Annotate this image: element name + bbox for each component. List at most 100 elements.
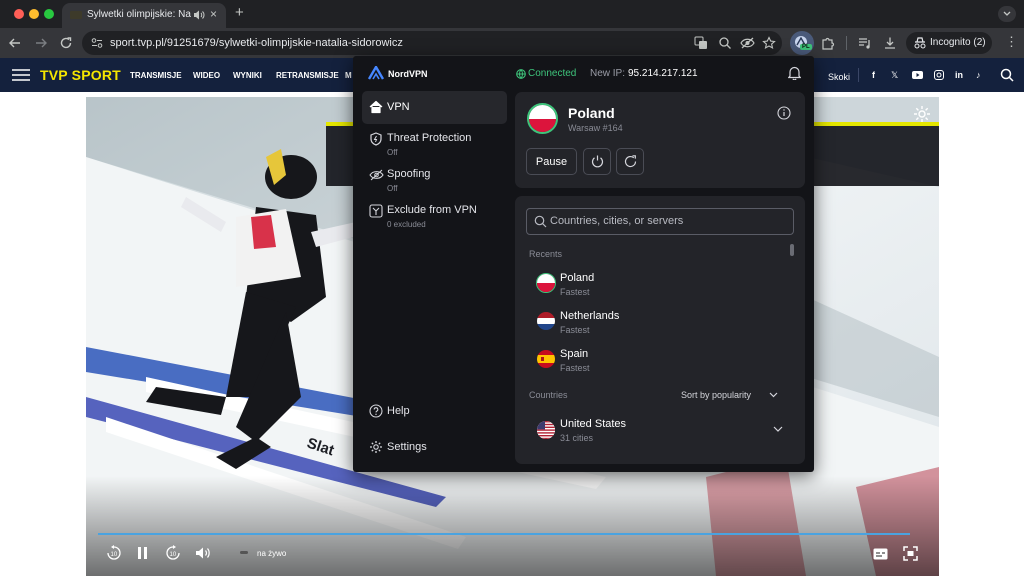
hamburger-menu-icon[interactable] bbox=[12, 69, 30, 81]
country-item-united-states[interactable]: United States 31 cities bbox=[529, 414, 791, 447]
recent-item-poland[interactable]: Poland Fastest bbox=[529, 268, 784, 301]
recent-item-spain[interactable]: Spain Fastest bbox=[529, 344, 784, 377]
server-info-icon[interactable] bbox=[777, 106, 791, 120]
tab-search-button[interactable] bbox=[998, 6, 1016, 22]
help-link[interactable]: Help bbox=[362, 401, 507, 423]
forward-10-icon[interactable]: 10 bbox=[165, 545, 181, 561]
expand-chevron-icon[interactable] bbox=[773, 426, 783, 433]
media-controls-icon[interactable] bbox=[858, 36, 872, 50]
disconnect-button[interactable] bbox=[583, 148, 611, 175]
x-icon[interactable]: 𝕏 bbox=[891, 70, 898, 81]
extensions-puzzle-icon[interactable] bbox=[821, 36, 835, 50]
menu-item-vpn-label: VPN bbox=[387, 101, 410, 113]
countries-heading: Countries bbox=[529, 390, 568, 400]
tab-audio-icon[interactable] bbox=[193, 9, 205, 21]
linkedin-icon[interactable]: in bbox=[955, 70, 963, 80]
pause-button-label: Pause bbox=[535, 156, 568, 168]
forward-icon[interactable] bbox=[34, 36, 48, 50]
list-scrollbar[interactable] bbox=[790, 244, 794, 256]
new-ip-label: New IP: bbox=[590, 68, 626, 79]
back-icon[interactable] bbox=[8, 36, 22, 50]
minimize-window-button[interactable] bbox=[29, 9, 39, 19]
nav-wideo[interactable]: WIDEO bbox=[193, 71, 220, 80]
incognito-profile-button[interactable]: Incognito (2) bbox=[906, 32, 992, 54]
nordvpn-logo-icon bbox=[367, 66, 385, 80]
tab-favicon-icon bbox=[70, 11, 82, 19]
sort-dropdown[interactable]: Sort by popularity bbox=[681, 387, 781, 403]
close-window-button[interactable] bbox=[14, 9, 24, 19]
new-tab-icon[interactable]: + bbox=[235, 4, 244, 21]
browser-menu-icon[interactable]: ⋮ bbox=[1005, 35, 1018, 48]
nav-retransmisje[interactable]: RETRANSMISJE bbox=[276, 71, 339, 80]
nav-transmisje[interactable]: TRANSMISJE bbox=[130, 71, 182, 80]
pause-button[interactable]: Pause bbox=[526, 148, 577, 175]
menu-item-threat-protection-status: Off bbox=[387, 148, 398, 157]
settings-link[interactable]: Settings bbox=[362, 437, 507, 459]
recent-item-sub: Fastest bbox=[560, 325, 590, 335]
download-icon[interactable] bbox=[883, 36, 897, 50]
reconnect-button[interactable] bbox=[616, 148, 644, 175]
menu-item-spoofing[interactable]: Spoofing Off bbox=[362, 164, 507, 196]
recents-heading: Recents bbox=[529, 249, 563, 259]
site-info-icon[interactable] bbox=[90, 36, 104, 50]
browser-tab[interactable]: Sylwetki olimpijskie: Natalia Sidorowicz… bbox=[62, 3, 226, 28]
search-icon bbox=[534, 215, 547, 228]
nav-more[interactable]: M bbox=[345, 71, 352, 80]
menu-item-vpn[interactable]: VPN bbox=[362, 91, 507, 124]
settings-label: Settings bbox=[387, 441, 427, 453]
zoom-icon[interactable] bbox=[718, 36, 732, 50]
player-settings-gear-icon[interactable] bbox=[913, 105, 931, 123]
address-bar[interactable]: sport.tvp.pl/91251679/sylwetki-olimpijsk… bbox=[82, 31, 782, 55]
toolbar-divider bbox=[846, 36, 847, 50]
nav-skoki[interactable]: Skoki bbox=[828, 72, 850, 82]
recent-item-name: Netherlands bbox=[560, 310, 620, 322]
menu-item-spoofing-status: Off bbox=[387, 184, 398, 193]
recent-item-sub: Fastest bbox=[560, 287, 590, 297]
youtube-icon[interactable] bbox=[912, 71, 923, 79]
menu-item-exclude-label: Exclude from VPN bbox=[387, 204, 477, 216]
split-tunnel-icon bbox=[369, 204, 383, 218]
connected-globe-icon bbox=[516, 69, 526, 79]
country-item-sub: 31 cities bbox=[560, 433, 594, 443]
pause-icon[interactable] bbox=[137, 546, 149, 560]
maximize-window-button[interactable] bbox=[44, 9, 54, 19]
volume-icon[interactable] bbox=[195, 546, 211, 560]
svg-text:10: 10 bbox=[170, 552, 177, 558]
menu-item-exclude-from-vpn[interactable]: Exclude from VPN 0 excluded bbox=[362, 200, 507, 232]
svg-text:10: 10 bbox=[111, 552, 118, 558]
browser-tab-bar: Sylwetki olimpijskie: Natalia Sidorowicz… bbox=[0, 0, 1024, 28]
refresh-icon bbox=[623, 154, 638, 169]
nav-wyniki[interactable]: WYNIKI bbox=[233, 71, 262, 80]
recent-item-netherlands[interactable]: Netherlands Fastest bbox=[529, 306, 784, 339]
chevron-down-icon bbox=[769, 392, 778, 398]
notifications-bell-icon[interactable] bbox=[788, 66, 801, 80]
tvp-sport-logo[interactable]: TVP SPORT bbox=[40, 67, 121, 83]
search-placeholder: Countries, cities, or servers bbox=[550, 215, 684, 227]
reload-icon[interactable] bbox=[59, 36, 73, 50]
tiktok-icon[interactable]: ♪ bbox=[976, 70, 981, 80]
url-text[interactable]: sport.tvp.pl/91251679/sylwetki-olimpijsk… bbox=[110, 37, 403, 49]
site-search-icon[interactable] bbox=[1000, 68, 1014, 82]
server-search-input[interactable]: Countries, cities, or servers bbox=[526, 208, 794, 235]
menu-item-exclude-count: 0 excluded bbox=[387, 220, 426, 229]
video-progress-bar[interactable] bbox=[98, 533, 910, 535]
translate-icon[interactable] bbox=[694, 36, 708, 50]
power-icon bbox=[590, 154, 605, 169]
recent-item-sub: Fastest bbox=[560, 363, 590, 373]
fullscreen-icon[interactable] bbox=[903, 546, 918, 561]
menu-item-threat-protection[interactable]: Threat Protection Off bbox=[362, 128, 507, 160]
recent-item-name: Poland bbox=[560, 272, 595, 284]
subtitles-icon[interactable] bbox=[873, 548, 888, 560]
menu-item-spoofing-label: Spoofing bbox=[387, 168, 431, 180]
instagram-icon[interactable] bbox=[934, 70, 944, 80]
united-states-flag-icon bbox=[537, 421, 555, 439]
rewind-10-icon[interactable]: 10 bbox=[106, 545, 122, 561]
browser-toolbar: sport.tvp.pl/91251679/sylwetki-olimpijsk… bbox=[0, 28, 1024, 58]
bookmark-star-icon[interactable] bbox=[762, 36, 776, 50]
nordvpn-extension-button[interactable]: PL bbox=[790, 31, 814, 55]
tracking-blocked-eye-icon[interactable] bbox=[740, 36, 755, 50]
help-label: Help bbox=[387, 405, 410, 417]
settings-gear-icon bbox=[369, 440, 383, 454]
facebook-icon[interactable]: f bbox=[872, 70, 875, 80]
tab-close-icon[interactable]: × bbox=[210, 7, 217, 21]
